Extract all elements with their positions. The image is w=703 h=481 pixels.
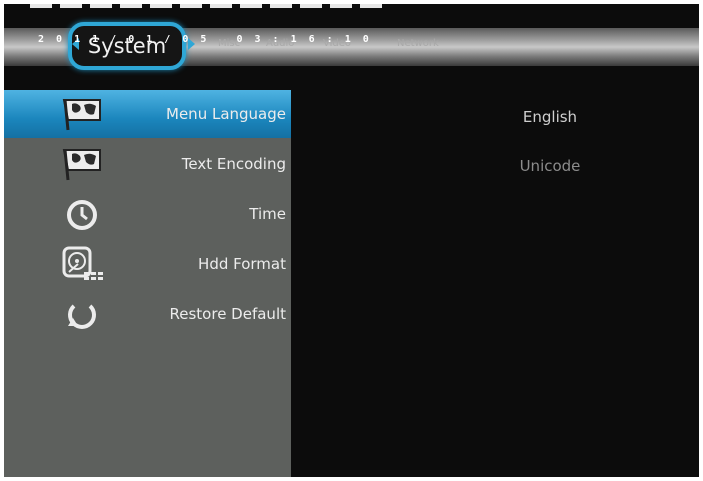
menu-item-label: Time [249,205,286,223]
flag-icon [62,99,101,131]
clock-icon [67,200,97,230]
menu-item-hdd-format[interactable]: Hdd Format [4,240,291,288]
hard-disk-icon [62,246,103,280]
datetime-readout: 2 0 1 1 / 0 1 / 0 5 0 3 : 1 6 : 1 0 [38,34,372,45]
tab-system[interactable]: System [68,22,186,70]
settings-menu: Menu Language Text Encoding Time Hdd For… [4,90,291,477]
restore-icon [68,304,96,329]
menu-item-time[interactable]: Time [4,190,291,238]
menu-item-restore-default[interactable]: Restore Default [4,290,291,338]
menu-item-text-encoding[interactable]: Text Encoding [4,140,291,188]
menu-item-label: Restore Default [169,305,287,323]
menu-item-menu-language[interactable]: Menu Language [4,90,291,138]
menu-language-value: English [522,108,578,126]
menu-item-label: Hdd Format [198,255,286,273]
menu-item-label: Menu Language [166,105,286,123]
menu-item-label: Text Encoding [181,155,286,173]
settings-screen: Misc Audio Video Network System 2 0 1 1 … [4,4,699,477]
tab-network[interactable]: Network [397,38,439,49]
tab-system-label: System [87,34,167,58]
text-encoding-value: Unicode [519,157,581,175]
flag-icon [62,149,101,181]
top-divider [30,4,390,8]
